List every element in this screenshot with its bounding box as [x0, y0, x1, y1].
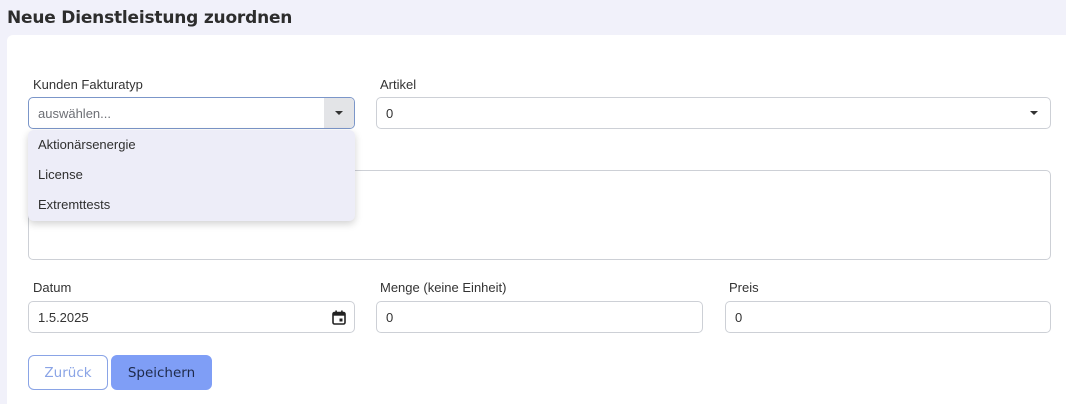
dropdown-option-aktionaersenergie[interactable]: Aktionärsenergie — [28, 130, 355, 160]
customer-type-label: Kunden Fakturatyp — [33, 77, 143, 92]
back-button[interactable]: Zurück — [28, 355, 108, 390]
date-label: Datum — [33, 280, 72, 295]
dropdown-option-extremttests[interactable]: Extremttests — [28, 190, 355, 220]
article-value: 0 — [386, 105, 394, 121]
date-value: 1.5.2025 — [38, 309, 89, 325]
article-select[interactable]: 0 — [376, 97, 1051, 129]
quantity-value: 0 — [386, 309, 394, 325]
chevron-down-icon — [335, 111, 343, 115]
price-label: Preis — [729, 280, 759, 295]
quantity-label: Menge (keine Einheit) — [380, 280, 507, 295]
calendar-icon[interactable] — [332, 310, 346, 325]
customer-type-dropdown: Aktionärsenergie License Extremttests — [28, 130, 355, 221]
save-button[interactable]: Speichern — [111, 355, 212, 390]
quantity-input[interactable]: 0 — [376, 301, 703, 333]
page-title: Neue Dienstleistung zuordnen — [7, 8, 293, 28]
chevron-down-icon — [1030, 111, 1038, 115]
customer-type-toggle[interactable] — [324, 98, 354, 128]
article-label: Artikel — [380, 77, 417, 92]
price-value: 0 — [735, 309, 743, 325]
price-input[interactable]: 0 — [725, 301, 1051, 333]
date-input[interactable]: 1.5.2025 — [28, 301, 355, 333]
customer-type-placeholder: auswählen... — [38, 105, 111, 121]
customer-type-select[interactable]: auswählen... — [28, 97, 355, 129]
dropdown-option-license[interactable]: License — [28, 160, 355, 190]
